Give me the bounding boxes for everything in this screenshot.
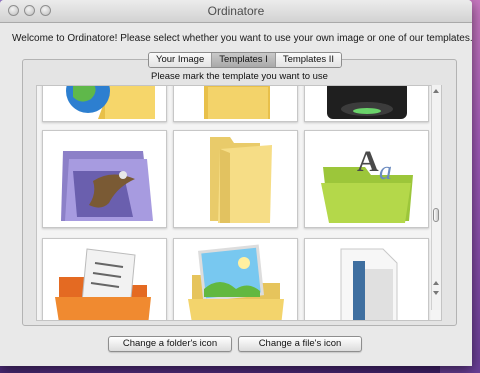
template-cell-3[interactable] [304, 86, 429, 122]
app-window: Ordinatore Welcome to Ordinatore! Please… [0, 0, 472, 366]
change-folder-icon-button[interactable]: Change a folder's icon [108, 336, 232, 352]
white-document-icon [340, 248, 398, 320]
font-green-folder-icon: A a [321, 145, 413, 223]
welcome-text: Welcome to Ordinatore! Please select whe… [12, 33, 472, 44]
change-file-icon-button[interactable]: Change a file's icon [238, 336, 362, 352]
picture-folder-icon [188, 244, 284, 320]
window-title: Ordinatore [207, 4, 265, 18]
bird-photo-folder-icon [61, 151, 153, 221]
scroll-top-arrow-icon [433, 89, 439, 93]
scroll-up-arrow-icon[interactable] [433, 281, 439, 285]
globe-folder-icon [66, 86, 155, 119]
instruction-text: Please mark the template you want to use [151, 71, 328, 82]
scroll-thumb[interactable] [433, 208, 439, 222]
template-cell-7[interactable] [42, 238, 167, 320]
tab-your-image[interactable]: Your Image [149, 53, 213, 67]
svg-text:A: A [357, 145, 379, 178]
yellow-folder-icon [204, 86, 270, 119]
music-orange-folder-icon [55, 248, 151, 320]
tab-templates-1[interactable]: Templates I [212, 53, 276, 67]
dark-device-icon [327, 86, 407, 119]
template-cell-6[interactable]: A a [304, 130, 429, 228]
template-cell-5[interactable] [173, 130, 298, 228]
scroll-down-arrow-icon[interactable] [433, 291, 439, 295]
title-bar[interactable]: Ordinatore [0, 0, 472, 23]
tab-templates-2[interactable]: Templates II [275, 53, 342, 67]
template-cell-2[interactable] [173, 86, 298, 122]
templates-grid: A a [36, 85, 442, 321]
template-cell-1[interactable] [42, 86, 167, 122]
template-cell-8[interactable] [173, 238, 298, 320]
tab-bar: Your Image Templates I Templates II [148, 52, 343, 68]
vertical-scrollbar[interactable] [431, 85, 441, 310]
template-cell-4[interactable] [42, 130, 167, 228]
template-cell-9[interactable] [304, 238, 429, 320]
svg-text:a: a [379, 156, 392, 185]
templates-panel: Please mark the template you want to use [22, 59, 457, 326]
open-yellow-folder-icon [210, 137, 272, 223]
